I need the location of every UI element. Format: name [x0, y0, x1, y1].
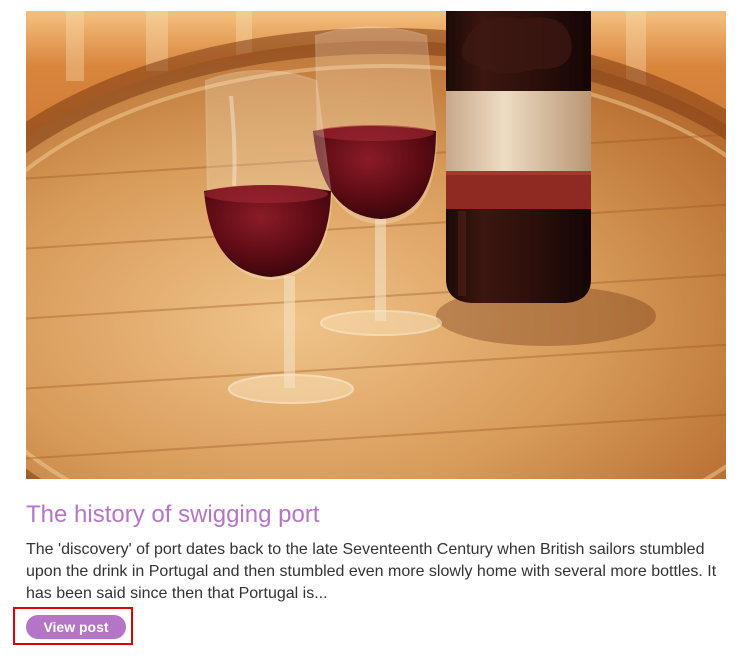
blog-post-card: The history of swigging port The 'discov… — [13, 11, 726, 645]
post-image[interactable] — [26, 11, 726, 479]
post-excerpt: The 'discovery' of port dates back to th… — [26, 541, 717, 602]
post-title: The history of swigging port — [26, 501, 320, 528]
view-post-button[interactable]: View post — [26, 615, 126, 639]
